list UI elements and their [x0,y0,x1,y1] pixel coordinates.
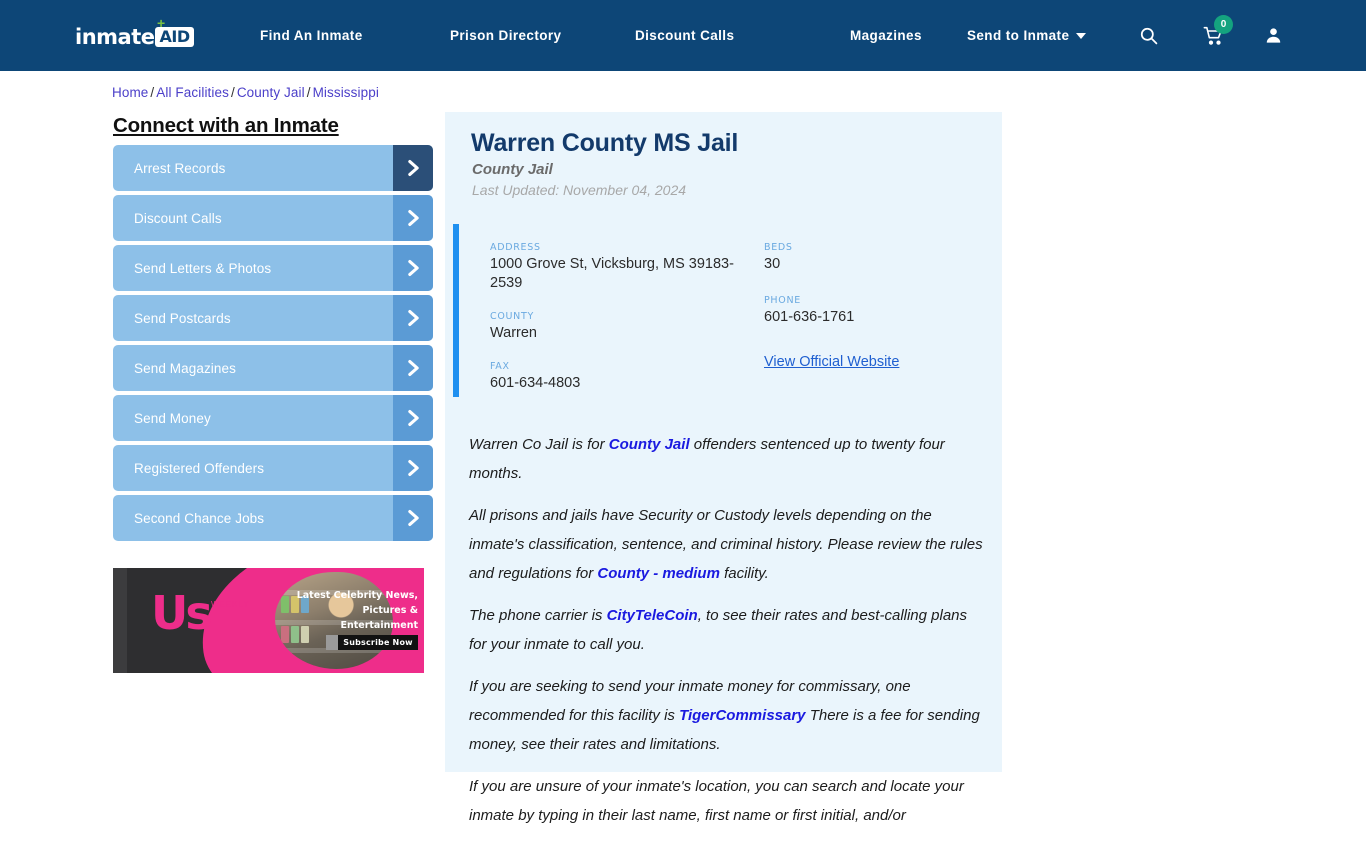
cart-count-badge: 0 [1214,15,1233,34]
info-value-beds: 30 [764,256,781,272]
ad-tagline: Latest Celebrity News, Pictures & Entert… [296,590,418,631]
sidebar-item-discount-calls[interactable]: Discount Calls [113,195,433,241]
breadcrumb-item-mississippi[interactable]: Mississippi [313,85,379,100]
description-paragraph-4: If you are seeking to send your inmate m… [469,672,985,759]
breadcrumb-item-all-facilities[interactable]: All Facilities [156,85,229,100]
sidebar-item-label: Registered Offenders [134,460,265,476]
info-value-county: Warren [490,325,537,341]
breadcrumb-separator: / [150,85,155,100]
chevron-right-icon [393,295,433,341]
info-field-fax: FAX 601-634-4803 [490,361,740,393]
sidebar-item-label: Discount Calls [134,210,222,226]
nav-link-prison-directory[interactable]: Prison Directory [450,28,561,43]
sidebar-item-send-postcards[interactable]: Send Postcards [113,295,433,341]
page-title: Warren County MS Jail [471,129,739,157]
nav-link-magazines[interactable]: Magazines [850,28,922,43]
p3-text-a: The phone carrier is [469,607,607,624]
facility-description: Warren Co Jail is for County Jail offend… [469,430,985,843]
send-to-inmate-dropdown[interactable]: Send to Inmate [967,0,1087,71]
info-value-fax: 601-634-4803 [490,375,581,391]
info-field-beds: BEDS 30 [764,242,994,274]
description-paragraph-5: If you are unsure of your inmate's locat… [469,772,985,830]
sidebar-item-send-letters-photos[interactable]: Send Letters & Photos [113,245,433,291]
chevron-right-icon [393,445,433,491]
nav-item-find-an-inmate[interactable]: Find An Inmate [260,28,450,43]
logo-wordmark: inmate [75,25,155,49]
shopping-cart-icon[interactable]: 0 [1196,0,1233,71]
sidebar-item-label: Arrest Records [134,160,226,176]
chevron-right-icon [393,395,433,441]
link-tigercommissary[interactable]: TigerCommissary [679,707,805,724]
link-county-medium[interactable]: County - medium [597,565,720,582]
p2-text-b: facility. [719,565,769,582]
send-to-inmate-label: Send to Inmate [967,28,1070,43]
sidebar-item-send-magazines[interactable]: Send Magazines [113,345,433,391]
sidebar-item-second-chance-jobs[interactable]: Second Chance Jobs [113,495,433,541]
sidebar-item-label: Send Magazines [134,360,236,376]
site-header: inmate AID + Find An Inmate Prison Direc… [0,0,1366,71]
chevron-right-icon [393,145,433,191]
ad-brand-suffix: WEEKLY [211,600,250,609]
info-field-phone: PHONE 601-636-1761 [764,295,994,327]
breadcrumb-item-county-jail[interactable]: County Jail [237,85,305,100]
view-official-website-link[interactable]: View Official Website [764,354,899,370]
info-label-fax: FAX [490,361,510,372]
description-paragraph-1: Warren Co Jail is for County Jail offend… [469,430,985,488]
p5-text-a: If you are unsure of your inmate's locat… [469,778,964,824]
sidebar-item-registered-offenders[interactable]: Registered Offenders [113,445,433,491]
sidebar-item-label: Send Letters & Photos [134,260,272,276]
chevron-right-icon [393,345,433,391]
nav-link-discount-calls[interactable]: Discount Calls [635,28,734,43]
sidebar-item-label: Send Money [134,410,211,426]
advertisement-banner[interactable]: Us WEEKLY Latest Celebrity News, Picture… [113,568,424,673]
site-logo[interactable]: inmate AID + [75,16,194,49]
breadcrumb-separator: / [230,85,235,100]
chevron-down-icon [1076,32,1087,39]
info-column-left: ADDRESS 1000 Grove St, Vicksburg, MS 391… [490,242,740,411]
info-column-right: BEDS 30 PHONE 601-636-1761 View Official… [764,242,994,371]
facility-detail-panel: Warren County MS Jail County Jail Last U… [445,112,1002,824]
main-navigation: Find An Inmate Prison Directory Discount… [260,0,1050,71]
info-label-beds: BEDS [764,242,793,253]
nav-link-find-an-inmate[interactable]: Find An Inmate [260,28,363,43]
chevron-right-icon [393,245,433,291]
breadcrumb: Home / All Facilities / County Jail / Mississi… [112,85,379,100]
info-label-phone: PHONE [764,295,801,306]
p1-text-a: Warren Co Jail is for [469,436,609,453]
facility-info-card: ADDRESS 1000 Grove St, Vicksburg, MS 391… [453,224,993,397]
user-account-icon[interactable] [1258,0,1288,71]
description-paragraph-2: All prisons and jails have Security or C… [469,501,985,588]
ad-left-strip [113,568,127,673]
sidebar-item-send-money[interactable]: Send Money [113,395,433,441]
info-field-county: COUNTY Warren [490,311,740,343]
chevron-right-icon [393,195,433,241]
sidebar-item-label: Send Postcards [134,310,231,326]
sidebar-menu: Arrest Records Discount Calls Send Lette… [113,145,433,545]
facility-type-label: County Jail [472,161,553,178]
breadcrumb-separator: / [306,85,311,100]
info-label-county: COUNTY [490,311,534,322]
sidebar-item-label: Second Chance Jobs [134,510,265,526]
chevron-right-icon [393,495,433,541]
ad-brand-logo: Us [151,586,213,640]
nav-item-discount-calls[interactable]: Discount Calls [635,28,850,43]
sidebar-item-arrest-records[interactable]: Arrest Records [113,145,433,191]
breadcrumb-item-home[interactable]: Home [112,85,148,100]
logo-plus-icon: + [157,15,166,31]
sidebar-heading: Connect with an Inmate [113,114,339,137]
link-county-jail[interactable]: County Jail [609,436,690,453]
nav-item-prison-directory[interactable]: Prison Directory [450,28,635,43]
description-paragraph-3: The phone carrier is CityTeleCoin, to se… [469,601,985,659]
last-updated-text: Last Updated: November 04, 2024 [472,182,687,198]
info-label-address: ADDRESS [490,242,541,253]
link-citytelecoin[interactable]: CityTeleCoin [607,607,698,624]
info-value-phone: 601-636-1761 [764,309,855,325]
ad-subscribe-button[interactable]: Subscribe Now [326,635,418,650]
info-value-address: 1000 Grove St, Vicksburg, MS 39183-2539 [490,256,734,291]
info-field-address: ADDRESS 1000 Grove St, Vicksburg, MS 391… [490,242,740,293]
search-icon[interactable] [1133,0,1163,71]
